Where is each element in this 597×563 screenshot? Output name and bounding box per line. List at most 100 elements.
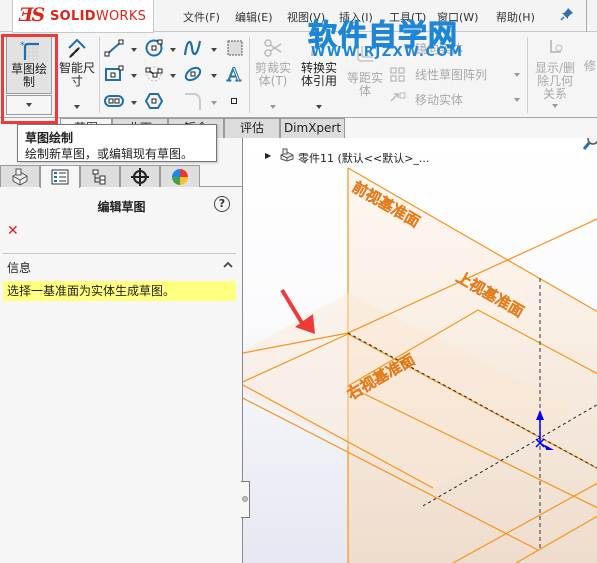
move-entities-icon: [390, 92, 406, 102]
watermark-url: WWW.RJZXW.COM: [311, 45, 464, 60]
command-manager-toolbar: * 草图绘 制 智能尺 寸 A 剪裁实 体(T) 转换实 体引用 等距实 体 镜…: [0, 33, 597, 118]
toolbar-separator: [249, 37, 250, 113]
smart-dimension-button[interactable]: 智能尺 寸: [56, 36, 98, 114]
tooltip-title: 草图绘制: [25, 131, 74, 145]
chevron-down-icon[interactable]: [170, 74, 176, 78]
feature-manager-tab[interactable]: [0, 165, 40, 187]
configuration-manager-tab[interactable]: [80, 165, 120, 187]
spline-tool[interactable]: [183, 39, 203, 60]
spline-icon: [183, 40, 202, 56]
chevron-down-icon: [26, 103, 32, 107]
fillet-tool[interactable]: [183, 92, 203, 113]
part-icon: [279, 148, 295, 166]
sketch-picture-tool[interactable]: [226, 39, 246, 60]
chevron-down-icon[interactable]: [211, 101, 217, 105]
zoom-to-fit-icon[interactable]: [582, 138, 597, 155]
divider: [586, 0, 587, 32]
trim-entities-button[interactable]: 剪裁实 体(T): [253, 36, 293, 114]
scissors-icon: [264, 39, 282, 57]
display-manager-tab[interactable]: [160, 165, 200, 187]
point-icon[interactable]: [231, 98, 237, 104]
repair-label: 修: [584, 59, 597, 73]
circle-icon: [145, 39, 163, 57]
move-entities-button[interactable]: 移动实体: [389, 91, 520, 109]
crosshair-icon: [131, 167, 149, 186]
info-message: 选择一基准面为实体生成草图。: [3, 281, 236, 301]
help-icon[interactable]: ?: [214, 196, 230, 212]
trim-label-2: 体(T): [258, 74, 288, 88]
pin-icon[interactable]: [560, 7, 574, 25]
svg-text:*: *: [20, 41, 25, 51]
chevron-down-icon: [74, 105, 80, 109]
ds-logo-icon: ƎS: [19, 4, 45, 26]
panel-tabs: [0, 165, 243, 188]
sketch-label-2: 制: [22, 75, 35, 89]
menu-help[interactable]: 帮助(H): [496, 9, 535, 25]
rectangle-icon: [105, 65, 124, 81]
tab-dimxpert[interactable]: DimXpert: [280, 118, 345, 138]
menu-edit[interactable]: 编辑(E): [235, 9, 273, 25]
fillet-icon: [185, 93, 201, 110]
feature-tree-part[interactable]: 零件11 (默认<<默认>_...: [298, 150, 429, 166]
polygon-icon: [144, 93, 164, 109]
graphics-area[interactable]: 前视基准面 上视基准面 右视基准面 ▶ 零件11 (默认<<默认>_...: [243, 138, 597, 563]
relations-label-3: 关系: [542, 87, 567, 101]
planes-view: 前视基准面 上视基准面 右视基准面: [243, 167, 597, 563]
circle-tool[interactable]: [144, 39, 164, 60]
linear-pattern-button[interactable]: 线性草图阵列: [389, 66, 520, 84]
chevron-down-icon: [552, 104, 558, 108]
relations-icon: [550, 40, 563, 53]
toolbar-separator: [99, 37, 100, 113]
line-tool[interactable]: [104, 39, 124, 60]
chevron-down-icon[interactable]: [211, 48, 217, 52]
cancel-icon[interactable]: ✕: [7, 223, 19, 239]
linear-pattern-label: 线性草图阵列: [415, 68, 488, 82]
move-entities-label: 移动实体: [415, 93, 464, 107]
info-section-label[interactable]: 信息: [7, 259, 31, 276]
chevron-down-icon: [514, 98, 520, 102]
chevron-down-icon[interactable]: [211, 74, 217, 78]
solidworks-logo[interactable]: ƎS SOLIDWORKS: [12, 0, 154, 33]
offset-label-2: 体: [358, 84, 371, 98]
tooltip-description: 绘制新草图，或编辑现有草图。: [25, 147, 194, 161]
svg-text:A: A: [226, 64, 241, 82]
sketch-dropdown-button[interactable]: [6, 95, 52, 115]
part-icon: [12, 168, 28, 186]
repair-sketch-button[interactable]: 修: [584, 59, 596, 73]
chevron-down-icon[interactable]: [131, 101, 137, 105]
display-delete-relations-button[interactable]: 显示/删 除几何 关系: [530, 36, 580, 114]
text-tool[interactable]: A: [225, 64, 245, 87]
property-list-icon: [51, 169, 69, 185]
divider: [3, 253, 236, 254]
configuration-icon: [92, 169, 106, 184]
logo-text-bold: SOLID: [50, 9, 96, 24]
property-manager-tab[interactable]: [40, 165, 80, 188]
arc-tool[interactable]: [144, 65, 164, 86]
smart-dimension-label-2: 寸: [70, 74, 83, 88]
menu-file[interactable]: 文件(F): [183, 9, 220, 25]
panel-splitter-handle[interactable]: [241, 481, 250, 518]
polygon-tool[interactable]: [144, 92, 164, 113]
sketch-button[interactable]: * 草图绘 制: [6, 36, 52, 94]
ellipse-icon: [184, 66, 202, 82]
chevron-down-icon[interactable]: [131, 74, 137, 78]
arc-icon: [145, 66, 163, 82]
rectangle-tool[interactable]: [104, 65, 124, 86]
slot-tool[interactable]: [104, 92, 124, 113]
dimxpert-manager-tab[interactable]: [120, 165, 160, 187]
sketch-icon: *: [20, 41, 39, 60]
chevron-up-icon[interactable]: [223, 259, 233, 272]
chevron-down-icon[interactable]: [170, 48, 176, 52]
tab-evaluate[interactable]: 评估: [224, 118, 280, 138]
chevron-down-icon: [316, 105, 322, 109]
chevron-down-icon: [270, 105, 276, 109]
logo-text: SOLIDWORKS: [50, 9, 146, 24]
expand-arrow-icon[interactable]: ▶: [265, 151, 271, 160]
linear-pattern-icon: [390, 67, 405, 82]
text-icon: A: [226, 64, 242, 87]
sketch-picture-icon: [227, 40, 243, 56]
logo-text-thin: WORKS: [95, 9, 147, 24]
ellipse-tool[interactable]: [183, 65, 203, 86]
title-bar: ƎS SOLIDWORKS 文件(F) 编辑(E) 视图(V) 插入(I) 工具…: [0, 0, 597, 33]
chevron-down-icon[interactable]: [131, 48, 137, 52]
